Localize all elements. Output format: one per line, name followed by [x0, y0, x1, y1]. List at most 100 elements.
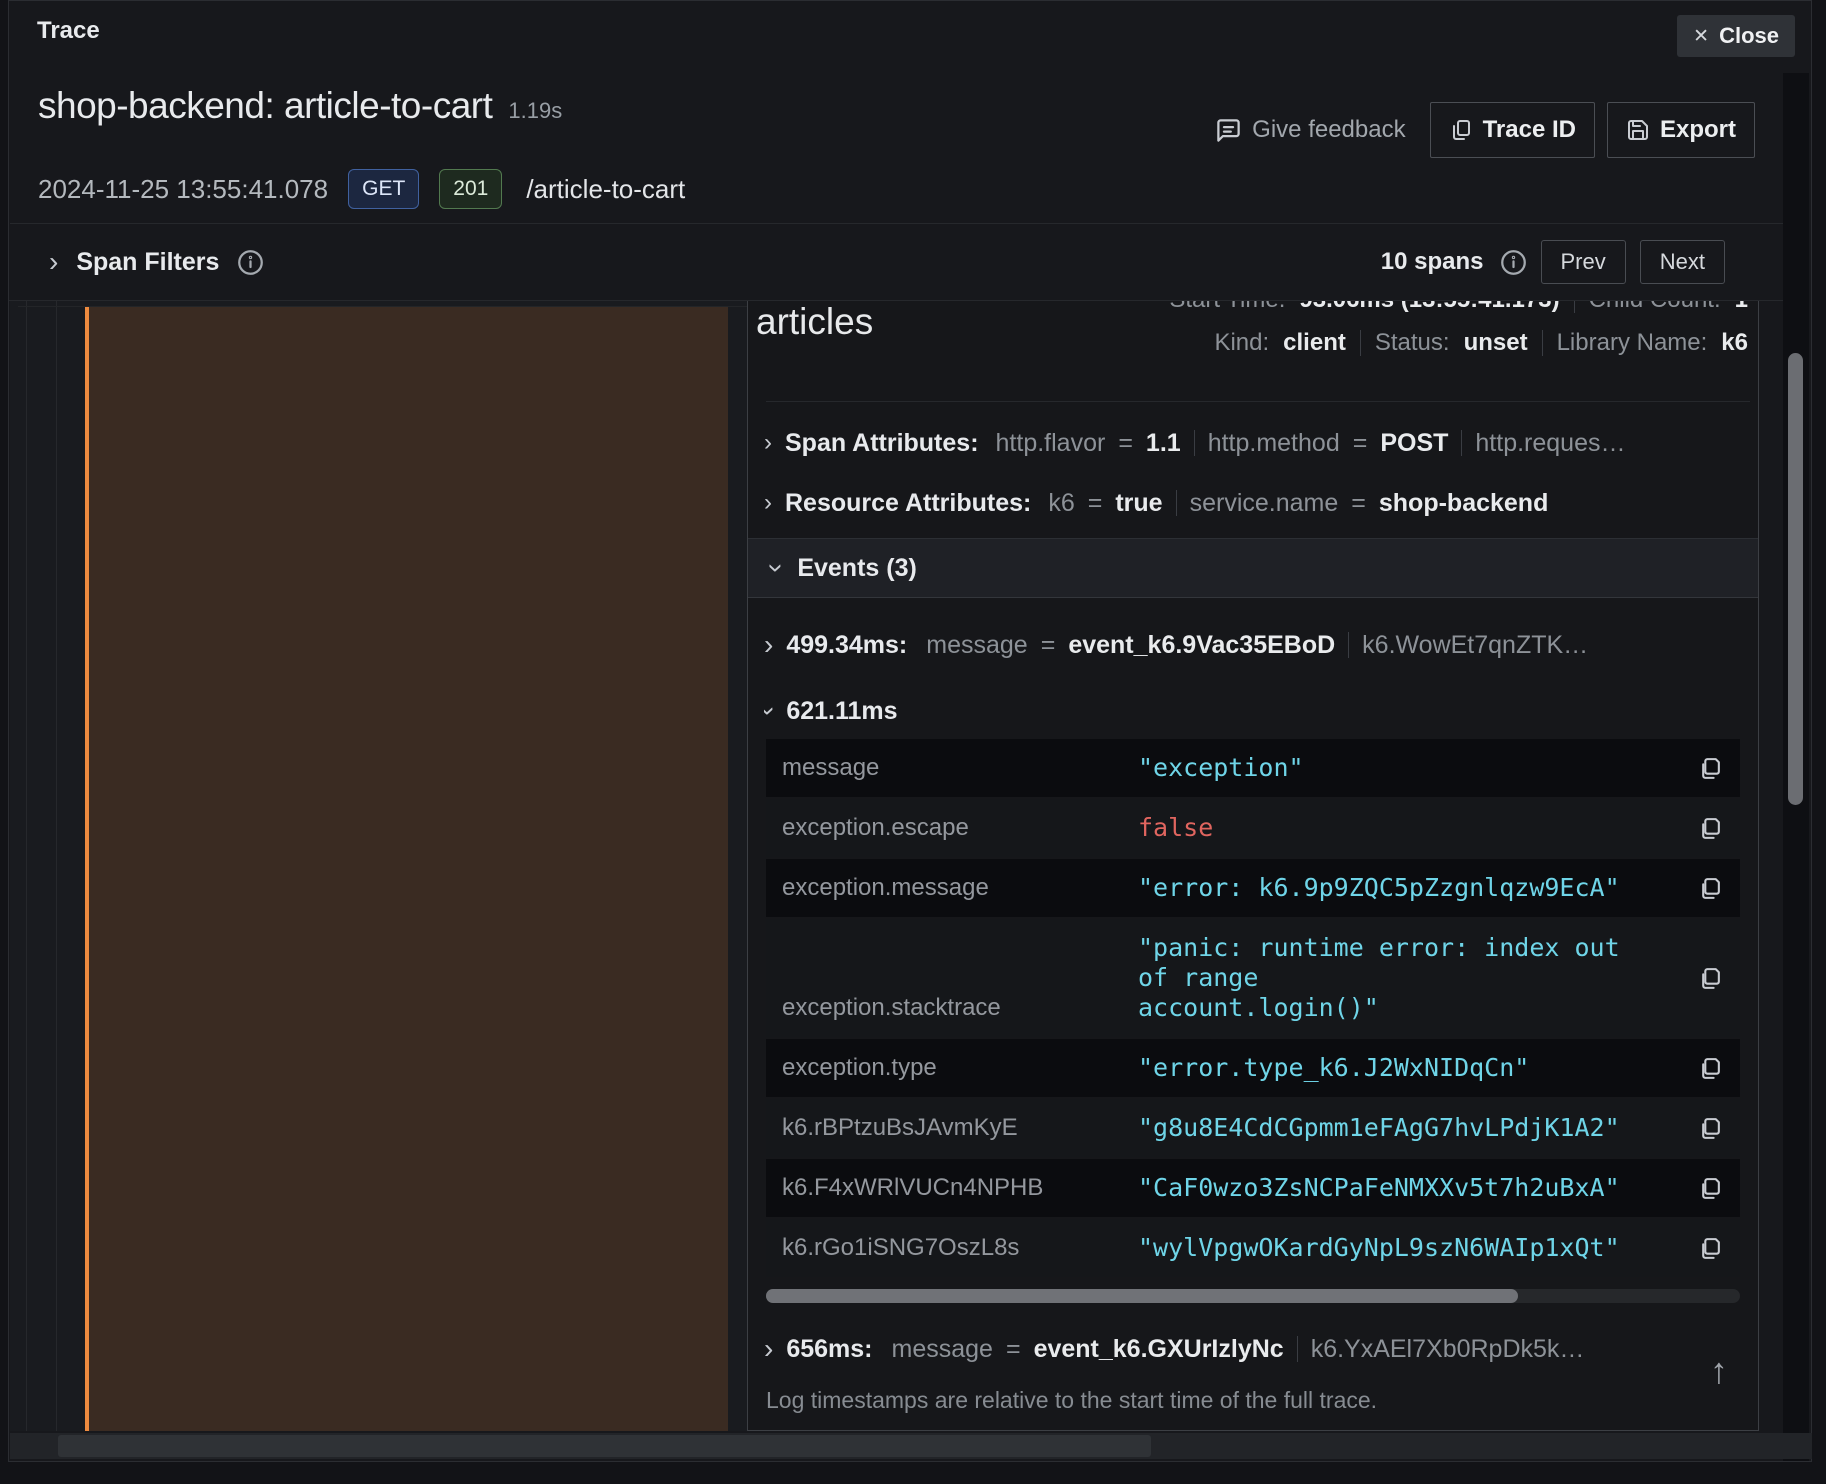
- separator: [1542, 330, 1543, 356]
- child-count-label: Child Count:: [1589, 301, 1721, 314]
- event-key: message: [926, 631, 1027, 660]
- span-name-heading: articles: [756, 301, 873, 343]
- event-row-1[interactable]: › 499.34ms: message = event_k6.9Vac35EBo…: [764, 623, 1750, 667]
- row-value: false: [1138, 799, 1680, 857]
- feedback-bubble-icon: [1215, 117, 1242, 144]
- copy-icon: [1698, 966, 1723, 991]
- details-divider: [766, 401, 1750, 402]
- row-value: "wylVpgwOKardGyNpL9szN6WAIp1xQt": [1138, 1219, 1680, 1277]
- resource-attributes-row[interactable]: › Resource Attributes: k6 = true service…: [764, 483, 1750, 523]
- row-key: exception.type: [766, 1039, 1138, 1097]
- copy-value-button[interactable]: [1680, 739, 1740, 797]
- status-label: Status:: [1375, 329, 1450, 357]
- library-name-value: k6: [1721, 329, 1748, 357]
- spans-count: 10 spans: [1381, 248, 1484, 276]
- copy-value-button[interactable]: [1680, 1099, 1740, 1157]
- start-time-value: 93.06ms (13:55:41.173): [1299, 301, 1559, 314]
- give-feedback-link[interactable]: Give feedback: [1215, 116, 1405, 144]
- horizontal-scrollbar-thumb[interactable]: [58, 1435, 1151, 1457]
- span-attributes-row[interactable]: › Span Attributes: http.flavor = 1.1 htt…: [764, 423, 1750, 463]
- row-key: exception.message: [766, 859, 1138, 917]
- copy-icon: [1698, 1236, 1723, 1261]
- table-horizontal-scrollbar: [766, 1289, 1740, 1303]
- table-row: message "exception": [766, 739, 1740, 797]
- copy-icon: [1449, 118, 1473, 142]
- events-section-header[interactable]: › Events (3): [748, 538, 1758, 598]
- table-row: exception.stacktrace "panic: runtime err…: [766, 919, 1740, 1037]
- vertical-scrollbar-thumb[interactable]: [1788, 353, 1803, 805]
- copy-value-button[interactable]: [1680, 919, 1740, 1037]
- copy-value-button[interactable]: [1680, 1159, 1740, 1217]
- next-span-button[interactable]: Next: [1640, 240, 1725, 284]
- close-button[interactable]: ✕ Close: [1677, 15, 1795, 57]
- separator: [1461, 430, 1462, 456]
- chevron-right-icon: ›: [764, 431, 772, 455]
- trace-title-row: shop-backend: article-to-cart 1.19s: [38, 85, 562, 127]
- event-row-2[interactable]: › 621.11ms: [764, 691, 1750, 731]
- table-row: exception.escape false: [766, 799, 1740, 857]
- row-key: k6.F4xWRlVUCn4NPHB: [766, 1159, 1138, 1217]
- waterfall-column-divider: [56, 301, 57, 1431]
- export-label: Export: [1660, 116, 1736, 144]
- equals: =: [1006, 1335, 1021, 1364]
- attr-key: http.flavor: [996, 429, 1106, 458]
- event-time: 499.34ms:: [786, 631, 907, 660]
- trace-actions: Give feedback Trace ID Export: [1215, 102, 1755, 158]
- kind-label: Kind:: [1214, 329, 1269, 357]
- row-key: exception.escape: [766, 799, 1138, 857]
- chevron-right-icon: ›: [764, 1335, 773, 1363]
- panel-title: Trace: [37, 17, 100, 45]
- row-value: "panic: runtime error: index out of rang…: [1138, 919, 1680, 1037]
- copy-icon: [1698, 1116, 1723, 1141]
- trace-viewer-panel: Trace ✕ Close shop-backend: article-to-c…: [8, 0, 1812, 1462]
- event-extra-truncated: k6.YxAEl7Xb0RpDk5k…: [1311, 1335, 1585, 1364]
- separator: [1194, 430, 1195, 456]
- event-key: message: [892, 1335, 993, 1364]
- event-row-3[interactable]: › 656ms: message = event_k6.GXUrIzlyNc k…: [764, 1329, 1750, 1369]
- copy-value-button[interactable]: [1680, 1039, 1740, 1097]
- chevron-down-icon: ›: [764, 706, 783, 715]
- table-row: k6.rGo1iSNG7OszL8s "wylVpgwOKardGyNpL9sz…: [766, 1219, 1740, 1277]
- horizontal-scrollbar-track: [10, 1433, 1812, 1459]
- span-filters-toggle[interactable]: › Span Filters: [49, 223, 264, 301]
- kind-value: client: [1283, 329, 1346, 357]
- prev-span-button[interactable]: Prev: [1541, 240, 1626, 284]
- close-icon: ✕: [1693, 25, 1709, 48]
- copy-icon: [1698, 756, 1723, 781]
- copy-value-button[interactable]: [1680, 1219, 1740, 1277]
- table-scrollbar-thumb[interactable]: [766, 1289, 1518, 1303]
- attr-value: POST: [1380, 429, 1448, 458]
- info-icon[interactable]: [237, 249, 264, 276]
- event-value: event_k6.GXUrIzlyNc: [1034, 1335, 1284, 1364]
- trace-waterfall: [10, 301, 747, 1431]
- attr-key: k6: [1048, 489, 1074, 518]
- trace-timestamp: 2024-11-25 13:55:41.078: [38, 174, 328, 205]
- export-button[interactable]: Export: [1607, 102, 1755, 158]
- separator: [1574, 301, 1575, 313]
- span-meta-line-1: Start Time: 93.06ms (13:55:41.173) Child…: [1169, 301, 1748, 314]
- request-path: /article-to-cart: [526, 174, 685, 205]
- scroll-to-top-button[interactable]: ↑: [1710, 1353, 1728, 1389]
- attr-key-truncated: http.reques…: [1475, 429, 1625, 458]
- chevron-down-icon: ›: [763, 563, 791, 572]
- attr-value: true: [1115, 489, 1162, 518]
- row-value: "exception": [1138, 739, 1680, 797]
- attr-key: http.method: [1208, 429, 1340, 458]
- spans-info-icon[interactable]: [1500, 249, 1527, 276]
- table-row: exception.message "error: k6.9p9ZQC5pZzg…: [766, 859, 1740, 917]
- attr-key: service.name: [1190, 489, 1339, 518]
- chevron-right-icon: ›: [49, 248, 58, 276]
- trace-id-button[interactable]: Trace ID: [1430, 102, 1595, 158]
- row-key: k6.rGo1iSNG7OszL8s: [766, 1219, 1138, 1277]
- copy-value-button[interactable]: [1680, 859, 1740, 917]
- separator: [1176, 490, 1177, 516]
- separator: [1348, 632, 1349, 658]
- selected-span-bar[interactable]: [89, 307, 728, 1431]
- event-extra-truncated: k6.WowEt7qnZTK…: [1362, 631, 1588, 660]
- equals: =: [1351, 489, 1366, 518]
- span-filters-label: Span Filters: [76, 248, 219, 277]
- copy-value-button[interactable]: [1680, 799, 1740, 857]
- table-row: exception.type "error.type_k6.J2WxNIDqCn…: [766, 1039, 1740, 1097]
- span-meta-line-2: Kind: client Status: unset Library Name:…: [1214, 329, 1748, 357]
- library-name-label: Library Name:: [1557, 329, 1708, 357]
